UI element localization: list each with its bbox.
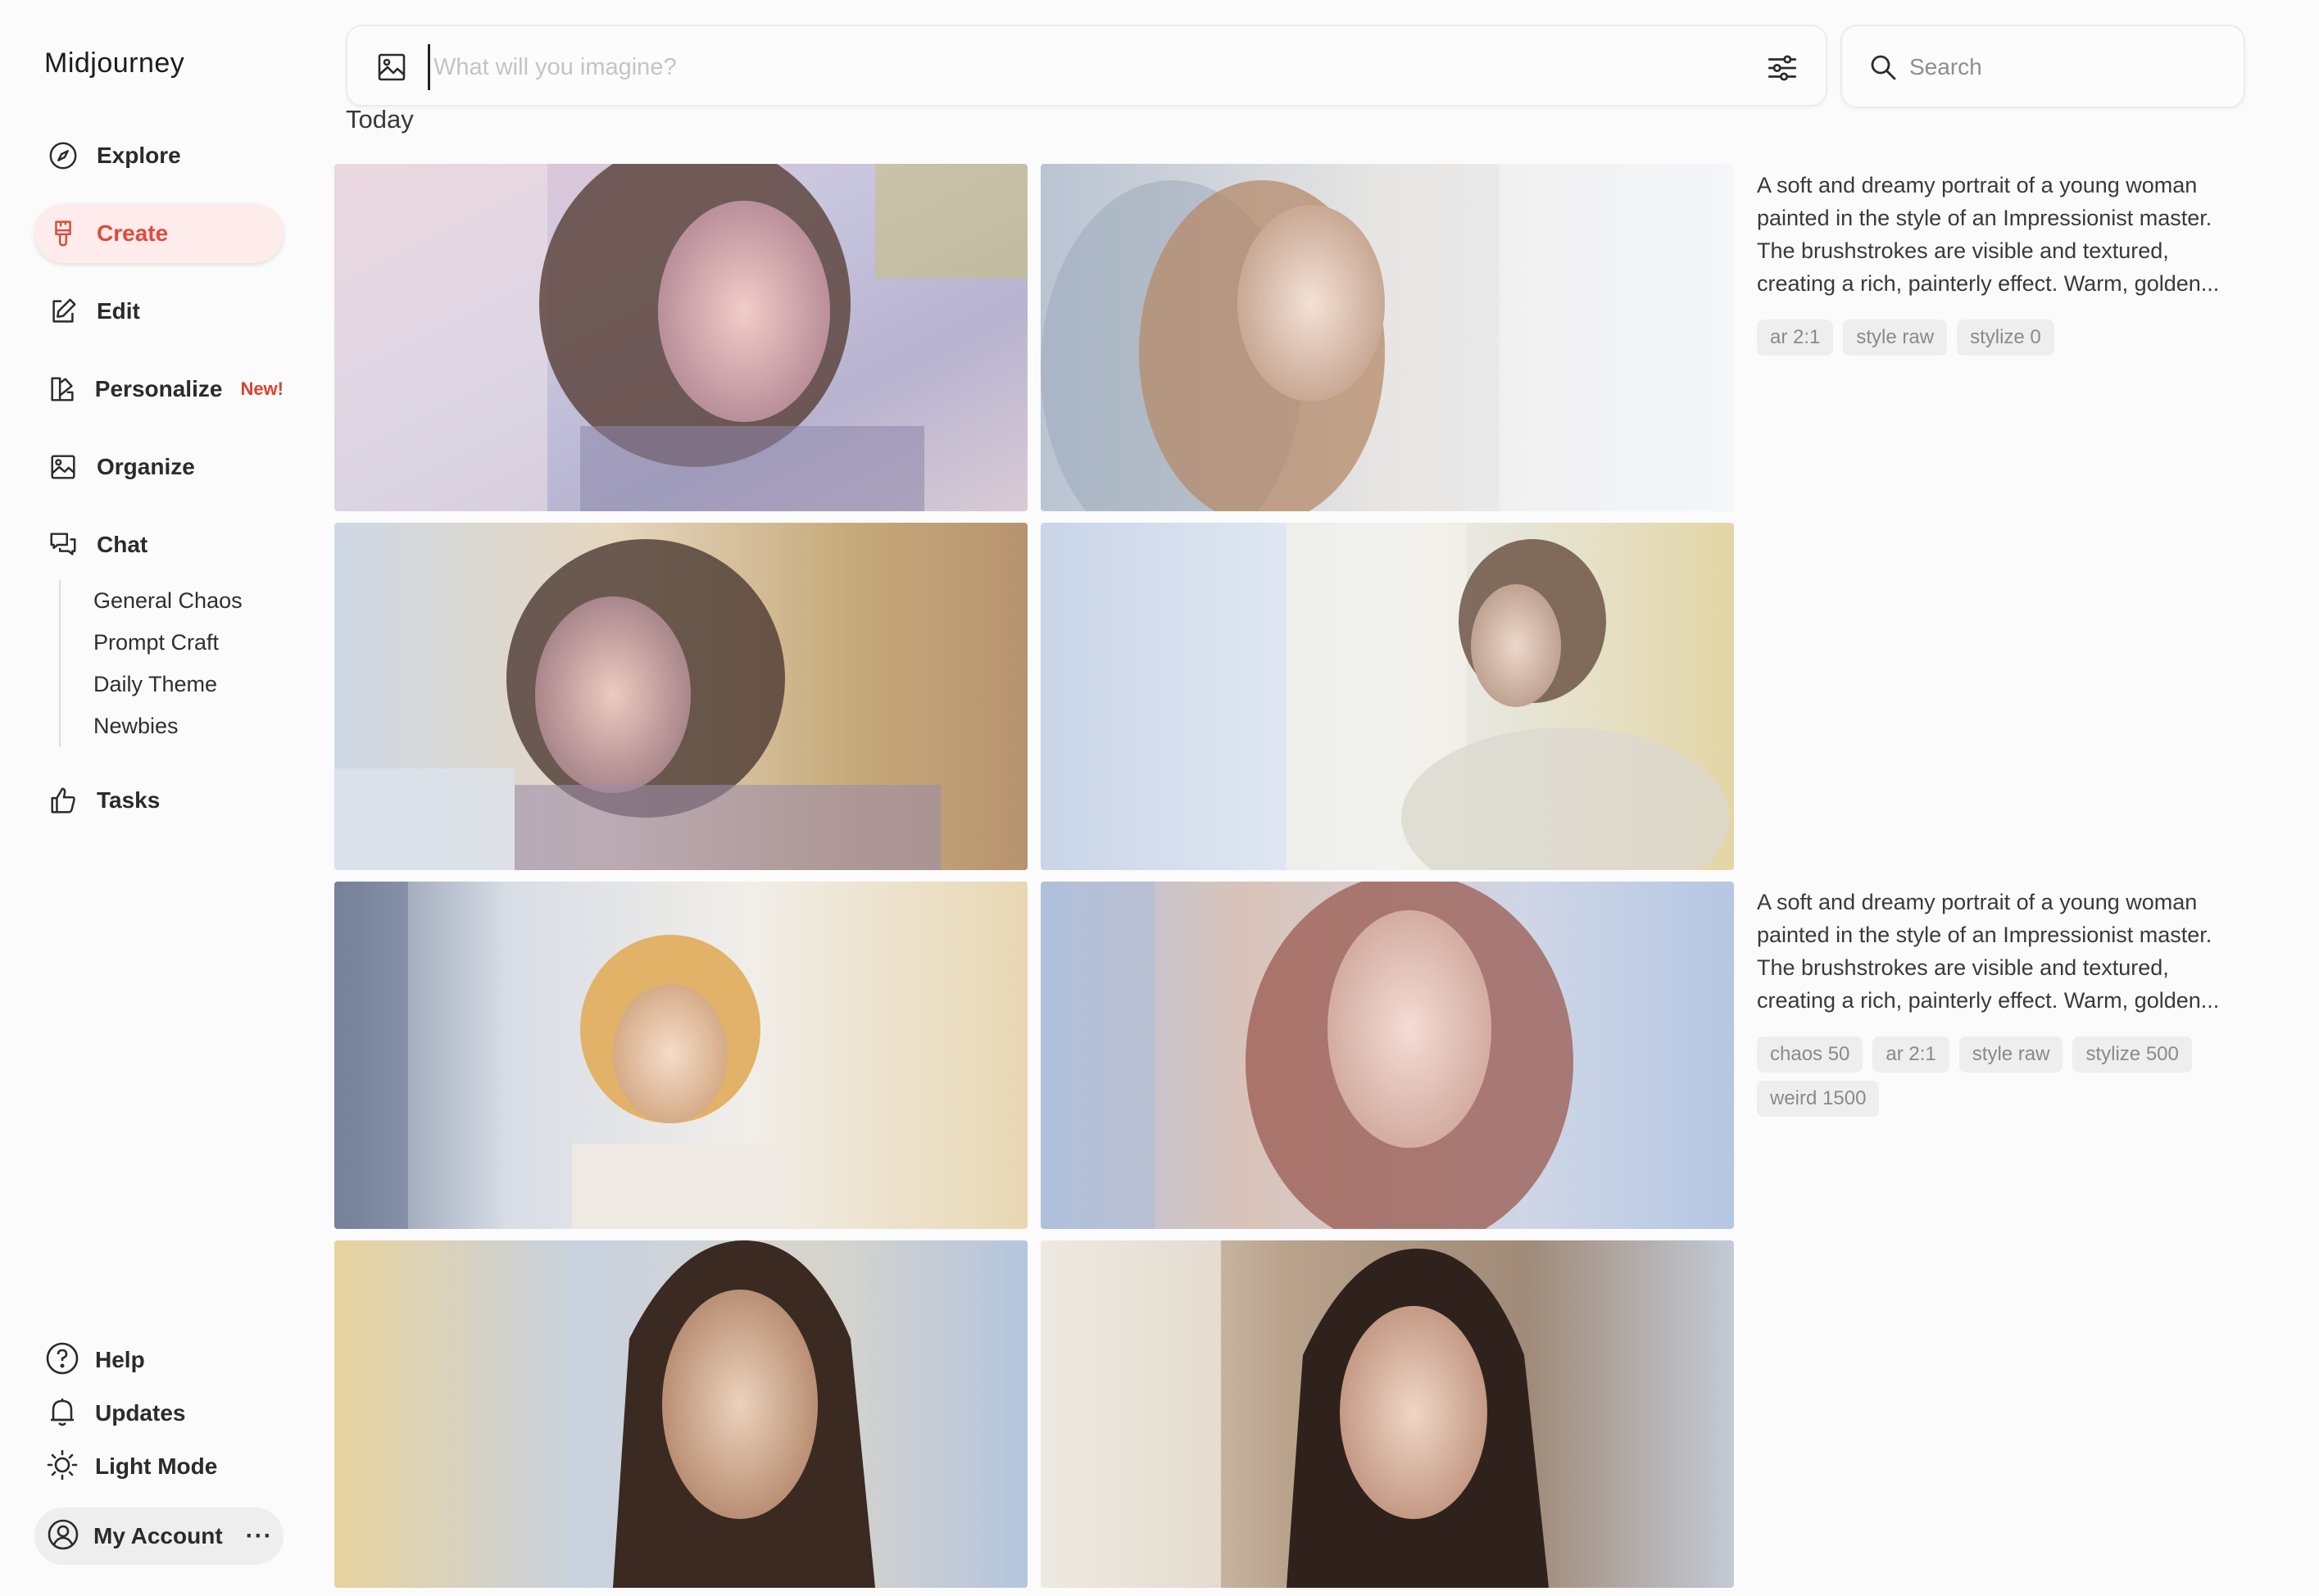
- personalize-icon: [46, 372, 79, 406]
- generated-image[interactable]: [1041, 523, 1734, 870]
- nav-edit-label: Edit: [97, 298, 140, 324]
- my-account-button[interactable]: My Account ···: [34, 1508, 284, 1565]
- nav-explore[interactable]: Explore: [34, 126, 284, 185]
- nav-personalize-label: Personalize: [94, 376, 223, 401]
- sun-icon: [44, 1447, 80, 1487]
- chat-icon: [46, 528, 80, 562]
- generated-image[interactable]: [334, 1240, 1028, 1588]
- nav-create[interactable]: Create: [34, 204, 284, 263]
- generated-image[interactable]: [334, 164, 1028, 511]
- nav-organize[interactable]: Organize: [34, 438, 284, 496]
- nav-updates[interactable]: Updates: [44, 1390, 274, 1436]
- edit-icon: [46, 294, 80, 329]
- compass-icon: [46, 138, 80, 173]
- generated-image[interactable]: [334, 523, 1028, 870]
- brand-logo[interactable]: Midjourney: [44, 48, 184, 79]
- generated-image[interactable]: [1041, 1240, 1734, 1588]
- job-info: A soft and dreamy portrait of a young wo…: [1757, 169, 2249, 356]
- new-badge: New!: [240, 379, 284, 399]
- light-mode-label: Light Mode: [95, 1453, 218, 1479]
- more-options-icon[interactable]: ···: [246, 1522, 273, 1550]
- image-folder-icon: [46, 450, 80, 484]
- help-label: Help: [95, 1347, 145, 1372]
- nav-explore-label: Explore: [97, 143, 181, 168]
- prompt-text[interactable]: A soft and dreamy portrait of a young wo…: [1757, 169, 2249, 300]
- param-chip[interactable]: stylize 500: [2072, 1036, 2192, 1072]
- prompt-bar: [346, 25, 1827, 107]
- my-account-label: My Account: [93, 1523, 223, 1548]
- param-chip[interactable]: weird 1500: [1757, 1081, 1880, 1117]
- generated-image[interactable]: [1041, 882, 1734, 1229]
- nav-tasks-label: Tasks: [97, 787, 161, 813]
- section-title-today: Today: [346, 105, 414, 134]
- chat-room-general-chaos[interactable]: General Chaos: [93, 580, 272, 622]
- light-mode-toggle[interactable]: Light Mode: [44, 1444, 274, 1489]
- nav-chat[interactable]: Chat: [34, 515, 284, 574]
- nav-help[interactable]: Help: [44, 1337, 274, 1383]
- prompt-input[interactable]: [428, 44, 1657, 90]
- prompt-text[interactable]: A soft and dreamy portrait of a young wo…: [1757, 886, 2249, 1017]
- search-icon: [1868, 52, 1898, 86]
- thumbs-up-icon: [46, 783, 80, 818]
- param-chip[interactable]: chaos 50: [1757, 1036, 1863, 1072]
- generated-image[interactable]: [334, 882, 1028, 1229]
- param-chip[interactable]: style raw: [1843, 320, 1948, 356]
- param-chip[interactable]: stylize 0: [1957, 320, 2054, 356]
- search-box: [1840, 25, 2245, 108]
- nav-edit[interactable]: Edit: [34, 282, 284, 341]
- param-chips: chaos 50 ar 2:1 style raw stylize 500 we…: [1757, 1036, 2216, 1117]
- search-input[interactable]: [1909, 46, 2221, 88]
- settings-sliders-icon[interactable]: [1765, 51, 1799, 89]
- image-upload-icon[interactable]: [375, 51, 408, 88]
- account-icon: [46, 1517, 80, 1556]
- param-chip[interactable]: style raw: [1958, 1036, 2063, 1072]
- sidebar: Midjourney Explore Create Edit Personali…: [0, 0, 320, 1596]
- brush-icon: [46, 216, 80, 251]
- job-info: A soft and dreamy portrait of a young wo…: [1757, 886, 2249, 1117]
- param-chip[interactable]: ar 2:1: [1757, 320, 1834, 356]
- chat-room-list: General Chaos Prompt Craft Daily Theme N…: [59, 580, 272, 747]
- chat-room-daily-theme[interactable]: Daily Theme: [93, 664, 272, 705]
- help-icon: [44, 1340, 80, 1381]
- chat-room-prompt-craft[interactable]: Prompt Craft: [93, 622, 272, 664]
- generated-image[interactable]: [1041, 164, 1734, 511]
- nav-organize-label: Organize: [97, 454, 195, 479]
- param-chip[interactable]: ar 2:1: [1872, 1036, 1949, 1072]
- nav-create-label: Create: [97, 220, 169, 246]
- nav-personalize[interactable]: Personalize New!: [34, 360, 284, 419]
- nav-tasks[interactable]: Tasks: [34, 771, 284, 830]
- updates-label: Updates: [95, 1400, 186, 1426]
- param-chips: ar 2:1 style raw stylize 0: [1757, 320, 2249, 356]
- chat-room-newbies[interactable]: Newbies: [93, 705, 272, 747]
- bell-icon: [44, 1394, 80, 1434]
- nav-chat-label: Chat: [97, 532, 148, 557]
